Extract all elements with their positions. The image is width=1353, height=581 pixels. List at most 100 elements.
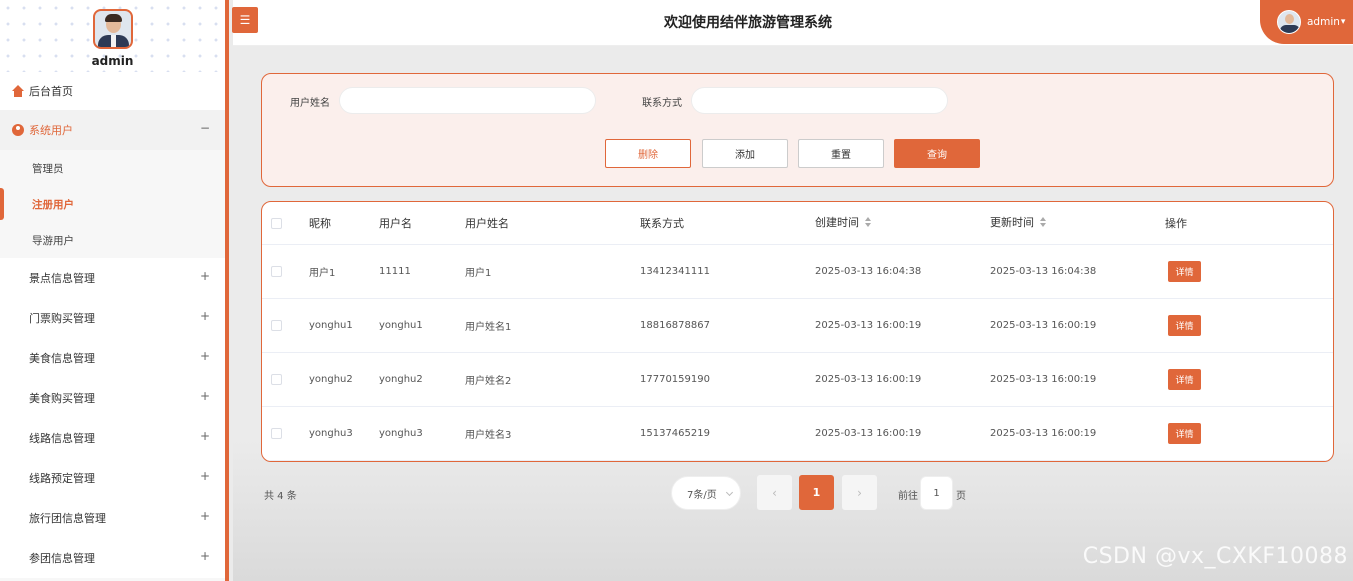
cell-nickname: 用户1 bbox=[309, 268, 336, 279]
row-checkbox[interactable] bbox=[271, 428, 282, 439]
cell-phone: 18816878867 bbox=[640, 320, 710, 331]
sidebar-subitem-guide-users[interactable]: 导游用户 bbox=[0, 222, 225, 258]
next-page-button[interactable]: › bbox=[842, 475, 877, 510]
cell-nickname: yonghu3 bbox=[309, 428, 353, 439]
cell-created: 2025-03-13 16:00:19 bbox=[815, 374, 922, 385]
expand-icon: + bbox=[199, 389, 210, 403]
row-checkbox[interactable] bbox=[271, 320, 282, 331]
goto-label: 前往 bbox=[898, 491, 918, 502]
sidebar-item-label: 景点信息管理 bbox=[29, 272, 95, 285]
sidebar-item-label: 后台首页 bbox=[29, 85, 73, 98]
sort-icon[interactable] bbox=[1040, 217, 1046, 227]
sidebar-item-system-users[interactable]: 系统用户 − bbox=[0, 110, 225, 150]
sidebar-item-group[interactable]: 门票购买管理 + bbox=[0, 298, 225, 338]
user-icon bbox=[12, 124, 24, 136]
prev-page-button[interactable]: ‹ bbox=[757, 475, 792, 510]
expand-icon: + bbox=[199, 309, 210, 323]
detail-button[interactable]: 详情 bbox=[1168, 423, 1201, 444]
sidebar-item-label: 线路信息管理 bbox=[29, 432, 95, 445]
search-panel: 用户姓名 联系方式 删除 添加 重置 查询 bbox=[261, 73, 1334, 187]
chevron-down-icon bbox=[725, 488, 734, 497]
home-icon bbox=[12, 85, 24, 97]
column-header: 用户名 bbox=[379, 217, 412, 230]
delete-button[interactable]: 删除 bbox=[605, 139, 691, 168]
sidebar-item-group[interactable]: 参团信息管理 + bbox=[0, 538, 225, 578]
user-menu[interactable]: admin ▾ bbox=[1260, 0, 1353, 44]
sidebar-item-label: 美食购买管理 bbox=[29, 392, 95, 405]
sidebar-item-label: 门票购买管理 bbox=[29, 312, 95, 325]
search-button[interactable]: 查询 bbox=[894, 139, 980, 168]
watermark: CSDN @vx_CXKF10088 bbox=[1082, 544, 1348, 569]
column-header: 操作 bbox=[1165, 217, 1187, 230]
table-row[interactable]: 用户1 11111 用户1 13412341111 2025-03-13 16:04:3… bbox=[262, 245, 1333, 299]
phone-input[interactable] bbox=[691, 87, 948, 114]
detail-button[interactable]: 详情 bbox=[1168, 315, 1201, 336]
row-checkbox[interactable] bbox=[271, 266, 282, 277]
sidebar: admin 后台首页 系统用户 − 管理员 注册用户 导游用户 景点信息管理 + 门… bbox=[0, 0, 229, 581]
sidebar-item-label: 美食信息管理 bbox=[29, 352, 95, 365]
cell-username: yonghu3 bbox=[379, 428, 423, 439]
select-all-checkbox[interactable] bbox=[271, 217, 282, 229]
row-checkbox[interactable] bbox=[271, 374, 282, 385]
table-row[interactable]: yonghu3 yonghu3 用户姓名3 15137465219 2025-03-13… bbox=[262, 407, 1333, 461]
reset-button[interactable]: 重置 bbox=[798, 139, 884, 168]
column-header-sortable[interactable]: 创建时间 bbox=[815, 202, 871, 242]
cell-updated: 2025-03-13 16:04:38 bbox=[990, 266, 1097, 277]
cell-phone: 17770159190 bbox=[640, 374, 710, 385]
goto-page-input[interactable] bbox=[920, 476, 953, 510]
column-header: 创建时间 bbox=[815, 216, 859, 229]
sidebar-subitem-admin[interactable]: 管理员 bbox=[0, 150, 225, 186]
collapse-icon: − bbox=[199, 121, 210, 135]
sidebar-item-group[interactable]: 美食购买管理 + bbox=[0, 378, 225, 418]
avatar bbox=[1277, 10, 1301, 34]
sidebar-item-group[interactable]: 景点信息管理 + bbox=[0, 258, 225, 298]
sidebar-item-label: 系统用户 bbox=[29, 124, 73, 137]
cell-created: 2025-03-13 16:04:38 bbox=[815, 266, 922, 277]
expand-icon: + bbox=[199, 349, 210, 363]
table-row[interactable]: yonghu1 yonghu1 用户姓名1 18816878867 2025-03-13… bbox=[262, 299, 1333, 353]
detail-button[interactable]: 详情 bbox=[1168, 369, 1201, 390]
column-header: 昵称 bbox=[309, 217, 331, 230]
grid-icon bbox=[12, 472, 24, 484]
grid-icon bbox=[12, 272, 24, 284]
page-number-button[interactable]: 1 bbox=[799, 475, 834, 510]
page-size-select[interactable]: 7条/页 bbox=[671, 476, 741, 510]
grid-icon bbox=[12, 312, 24, 324]
grid-icon bbox=[12, 352, 24, 364]
grid-icon bbox=[12, 552, 24, 564]
expand-icon: + bbox=[199, 269, 210, 283]
cell-phone: 15137465219 bbox=[640, 428, 710, 439]
sidebar-item-label: 旅行团信息管理 bbox=[29, 512, 106, 525]
sidebar-item-group[interactable]: 美食信息管理 + bbox=[0, 338, 225, 378]
grid-icon bbox=[12, 392, 24, 404]
add-button[interactable]: 添加 bbox=[702, 139, 788, 168]
sidebar-item-group[interactable]: 线路信息管理 + bbox=[0, 418, 225, 458]
pagination-total: 共 4 条 bbox=[264, 491, 297, 502]
expand-icon: + bbox=[199, 429, 210, 443]
cell-updated: 2025-03-13 16:00:19 bbox=[990, 374, 1097, 385]
detail-button[interactable]: 详情 bbox=[1168, 261, 1201, 282]
sort-icon[interactable] bbox=[865, 217, 871, 227]
topbar: ☰ 欢迎使用结伴旅游管理系统 admin ▾ bbox=[232, 0, 1353, 46]
expand-icon: + bbox=[199, 469, 210, 483]
sidebar-menu: 后台首页 系统用户 − 管理员 注册用户 导游用户 bbox=[0, 72, 225, 258]
table-row[interactable]: yonghu2 yonghu2 用户姓名2 17770159190 2025-03-13… bbox=[262, 353, 1333, 407]
sidebar-item-group[interactable]: 旅行团信息管理 + bbox=[0, 498, 225, 538]
column-header-sortable[interactable]: 更新时间 bbox=[990, 202, 1046, 242]
expand-icon: + bbox=[199, 509, 210, 523]
sidebar-subitem-registered-users[interactable]: 注册用户 bbox=[0, 186, 225, 222]
realname-input[interactable] bbox=[339, 87, 596, 114]
cell-nickname: yonghu1 bbox=[309, 320, 353, 331]
table-header: 昵称 用户名 用户姓名 联系方式 创建时间 更新时间 操作 bbox=[262, 202, 1333, 245]
sidebar-item-group[interactable]: 线路预定管理 + bbox=[0, 458, 225, 498]
sidebar-item-home[interactable]: 后台首页 bbox=[0, 72, 225, 110]
sidebar-item-label: 线路预定管理 bbox=[29, 472, 95, 485]
cell-realname: 用户1 bbox=[465, 268, 492, 279]
cell-created: 2025-03-13 16:00:19 bbox=[815, 320, 922, 331]
cell-username: yonghu2 bbox=[379, 374, 423, 385]
cell-nickname: yonghu2 bbox=[309, 374, 353, 385]
sidebar-menu-groups: 景点信息管理 + 门票购买管理 + 美食信息管理 + 美食购买管理 + 线路信息管理 + 线路预定管… bbox=[0, 258, 225, 578]
expand-icon: + bbox=[199, 549, 210, 563]
cell-updated: 2025-03-13 16:00:19 bbox=[990, 428, 1097, 439]
cell-username: yonghu1 bbox=[379, 320, 423, 331]
